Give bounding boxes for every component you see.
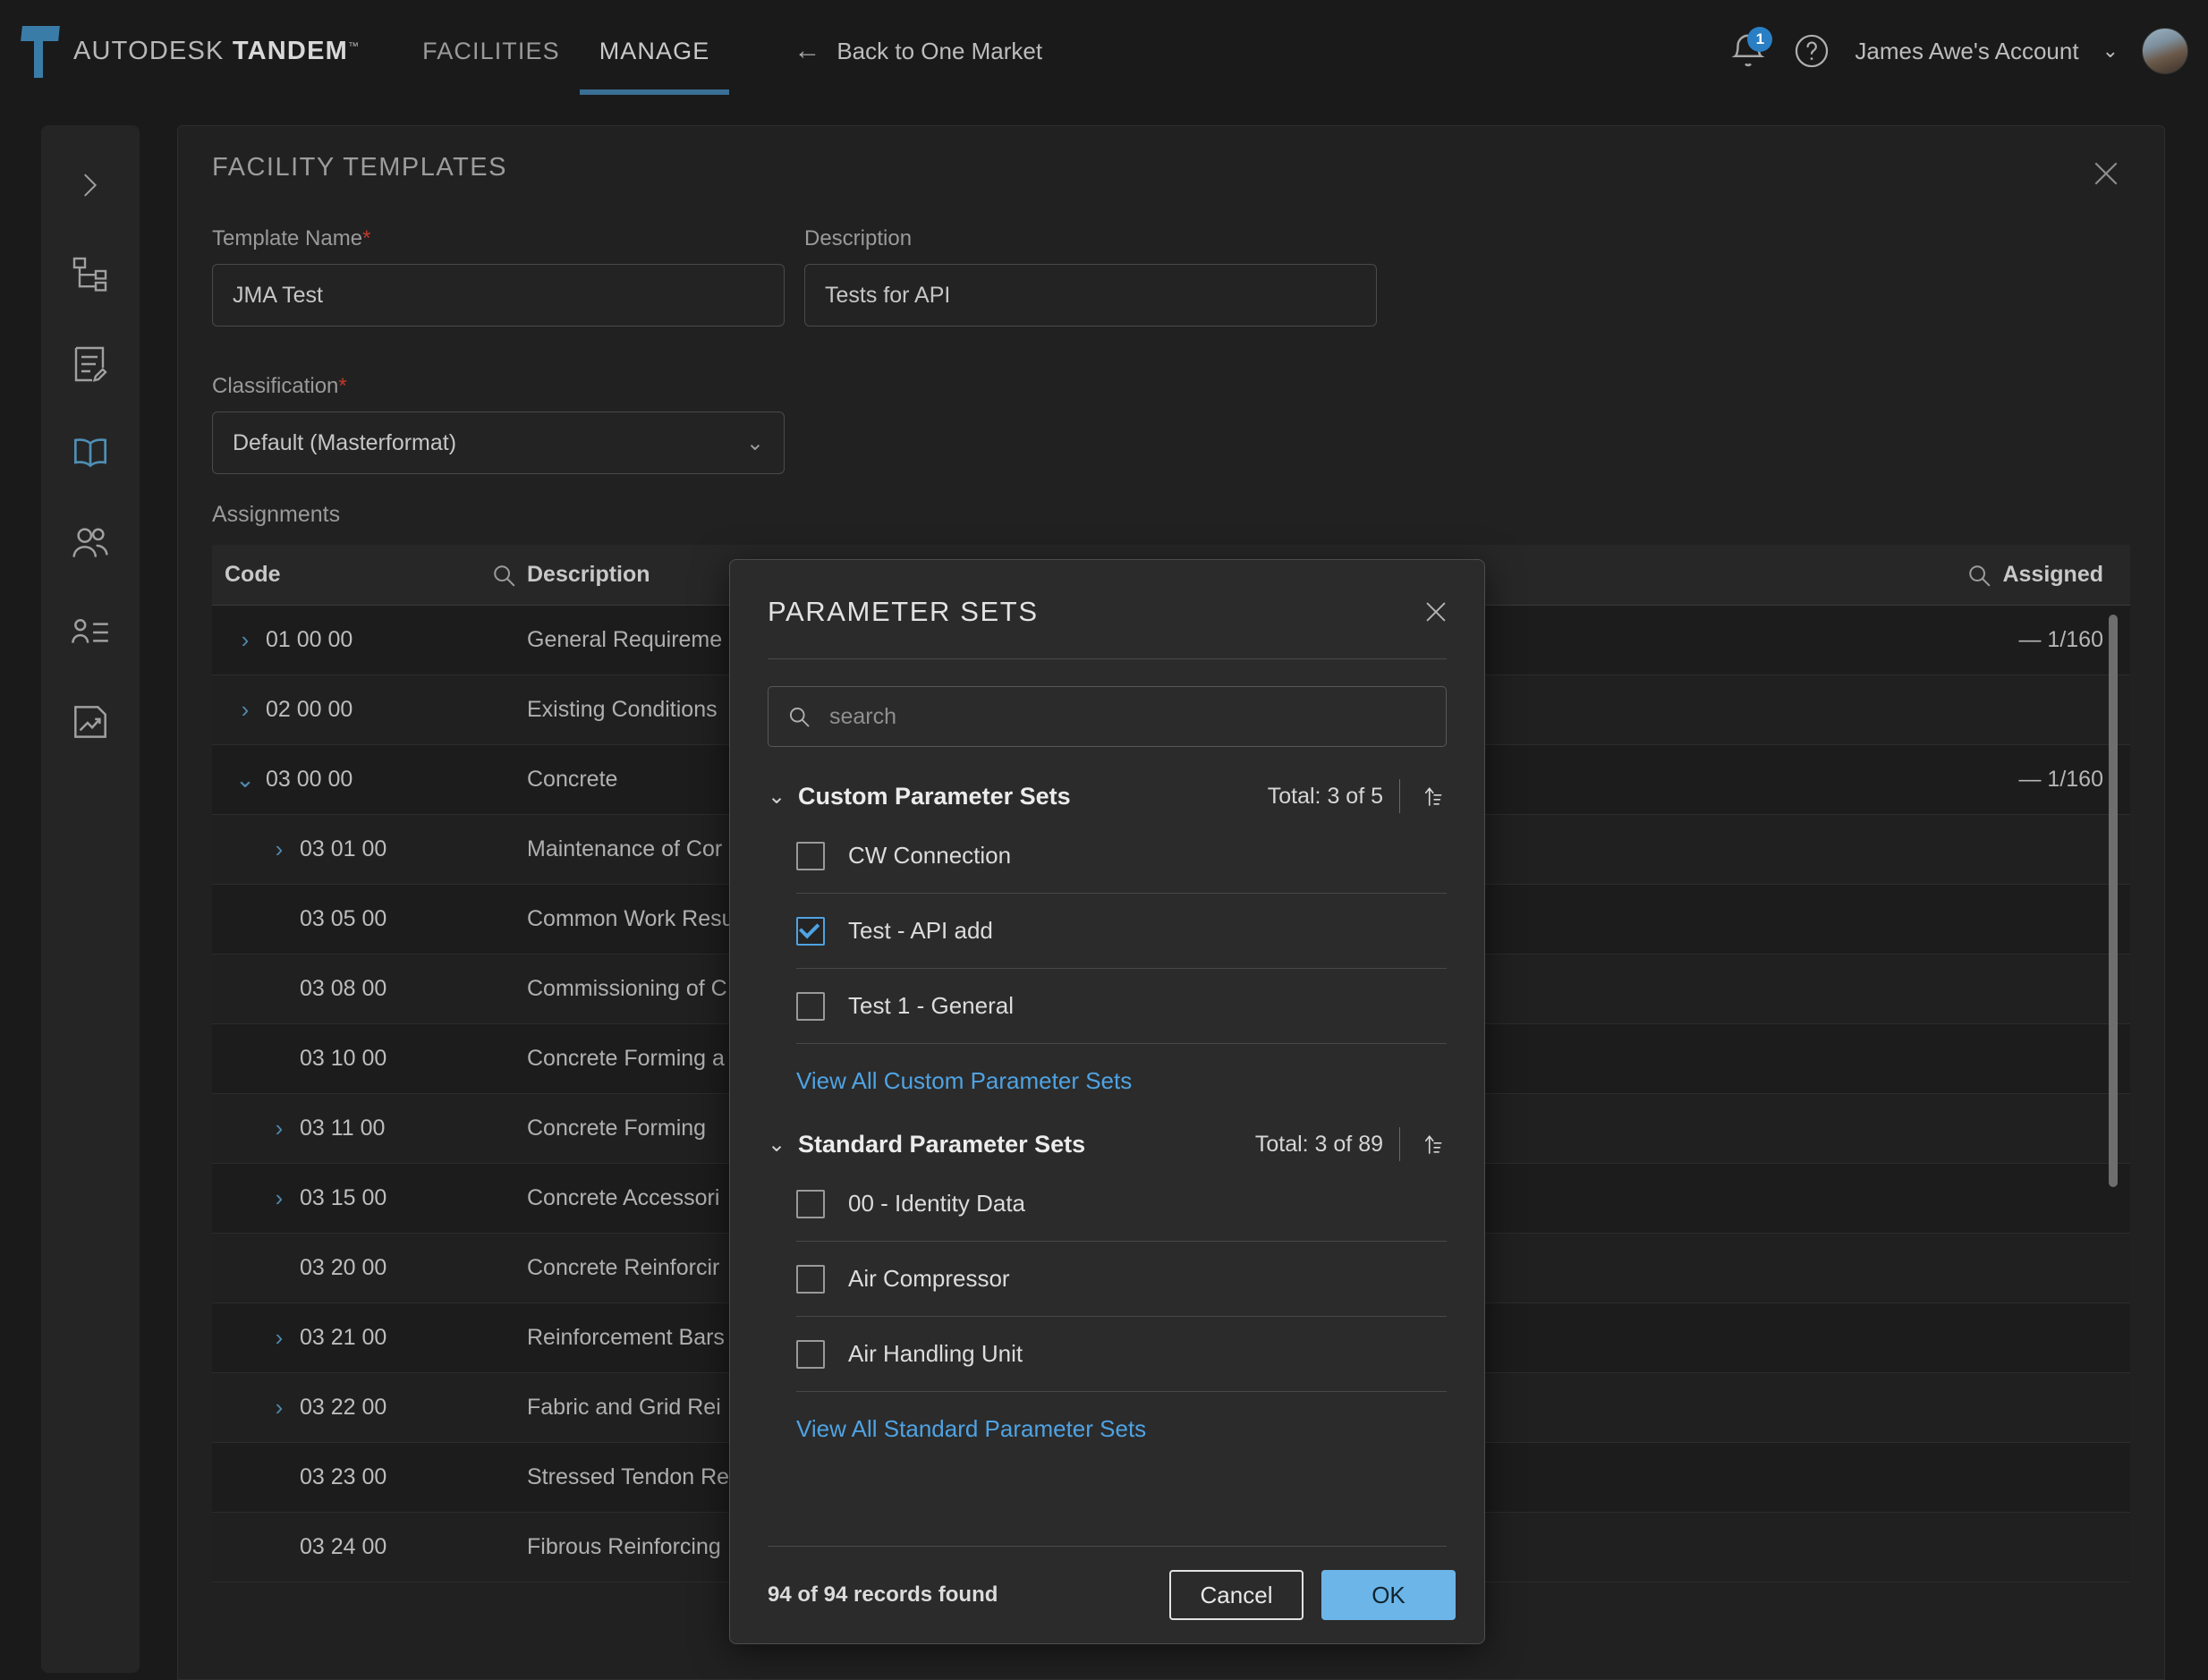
option-label: CW Connection [848,842,1012,869]
checkbox-checked-icon[interactable] [796,916,825,946]
list-item[interactable]: Test 1 - General [796,969,1447,1044]
section-header: ⌄ Standard Parameter Sets Total: 3 of 89 [768,1127,1447,1161]
section-options: 00 - Identity Data Air Compressor Air Hand… [796,1167,1447,1392]
dialog-actions: Cancel OK [1169,1570,1456,1620]
option-label: Air Compressor [848,1265,1010,1292]
section-header: ⌄ Custom Parameter Sets Total: 3 of 5 [768,779,1447,813]
list-item[interactable]: Test - API add [796,894,1447,969]
section-total: Total: 3 of 89 [1254,1131,1383,1157]
search-input[interactable] [828,703,1428,730]
list-item[interactable]: Air Handling Unit [796,1317,1447,1392]
sort-ascending-icon[interactable] [1416,1129,1447,1159]
option-label: Test 1 - General [848,992,1014,1019]
option-label: Air Handling Unit [848,1340,1023,1367]
dialog-header-divider [768,658,1447,659]
divider [1399,1127,1400,1161]
option-label: 00 - Identity Data [848,1190,1025,1217]
dialog-close-button[interactable] [1416,592,1456,632]
chevron-down-icon[interactable]: ⌄ [768,784,798,810]
divider [1399,779,1400,813]
checkbox-icon[interactable] [796,841,825,870]
section-total: Total: 3 of 5 [1267,783,1383,809]
section-title: Custom Parameter Sets [798,782,1071,810]
dialog-title: PARAMETER SETS [768,596,1039,627]
checkbox-icon[interactable] [796,1339,825,1369]
modal-overlay: PARAMETER SETS ⌄Custom Parameter SetsTot… [0,0,2208,1680]
list-item[interactable]: 00 - Identity Data [796,1167,1447,1242]
checkbox-icon[interactable] [796,1189,825,1218]
parameter-section-standard: ⌄ Standard Parameter Sets Total: 3 of 89 00… [768,1127,1447,1443]
list-item[interactable]: Air Compressor [796,1242,1447,1317]
checkbox-icon[interactable] [796,991,825,1021]
list-item[interactable]: CW Connection [796,819,1447,894]
ok-button[interactable]: OK [1321,1570,1456,1620]
parameter-section-custom: ⌄ Custom Parameter Sets Total: 3 of 5 CW Co… [768,779,1447,1095]
checkbox-icon[interactable] [796,1264,825,1294]
dialog-footer: 94 of 94 records found Cancel OK [768,1547,1456,1643]
sort-ascending-icon[interactable] [1416,781,1447,811]
parameter-sets-dialog: PARAMETER SETS ⌄Custom Parameter SetsTot… [729,559,1485,1644]
section-options: CW Connection Test - API add Test 1 - Gene… [796,819,1447,1044]
close-icon [1426,602,1446,622]
cancel-button[interactable]: Cancel [1169,1570,1304,1620]
chevron-down-icon[interactable]: ⌄ [768,1132,798,1158]
section-title: Standard Parameter Sets [798,1130,1086,1158]
search-icon [789,707,810,727]
view-all-link[interactable]: View All Standard Parameter Sets [796,1415,1447,1443]
dialog-header: PARAMETER SETS [730,560,1484,658]
view-all-link[interactable]: View All Custom Parameter Sets [796,1067,1447,1095]
parameter-sections: ⌄ Custom Parameter Sets Total: 3 of 5 CW Co… [768,779,1447,1443]
app-root: AUTODESK TANDEM™ FACILITIES MANAGE ← Bac… [0,0,2208,1680]
records-found-label: 94 of 94 records found [768,1582,998,1607]
dialog-body: ⌄Custom Parameter SetsTotal: 3 of 5CW Co… [730,686,1484,1443]
option-label: Test - API add [848,917,993,944]
parameter-search-box[interactable] [768,686,1447,747]
